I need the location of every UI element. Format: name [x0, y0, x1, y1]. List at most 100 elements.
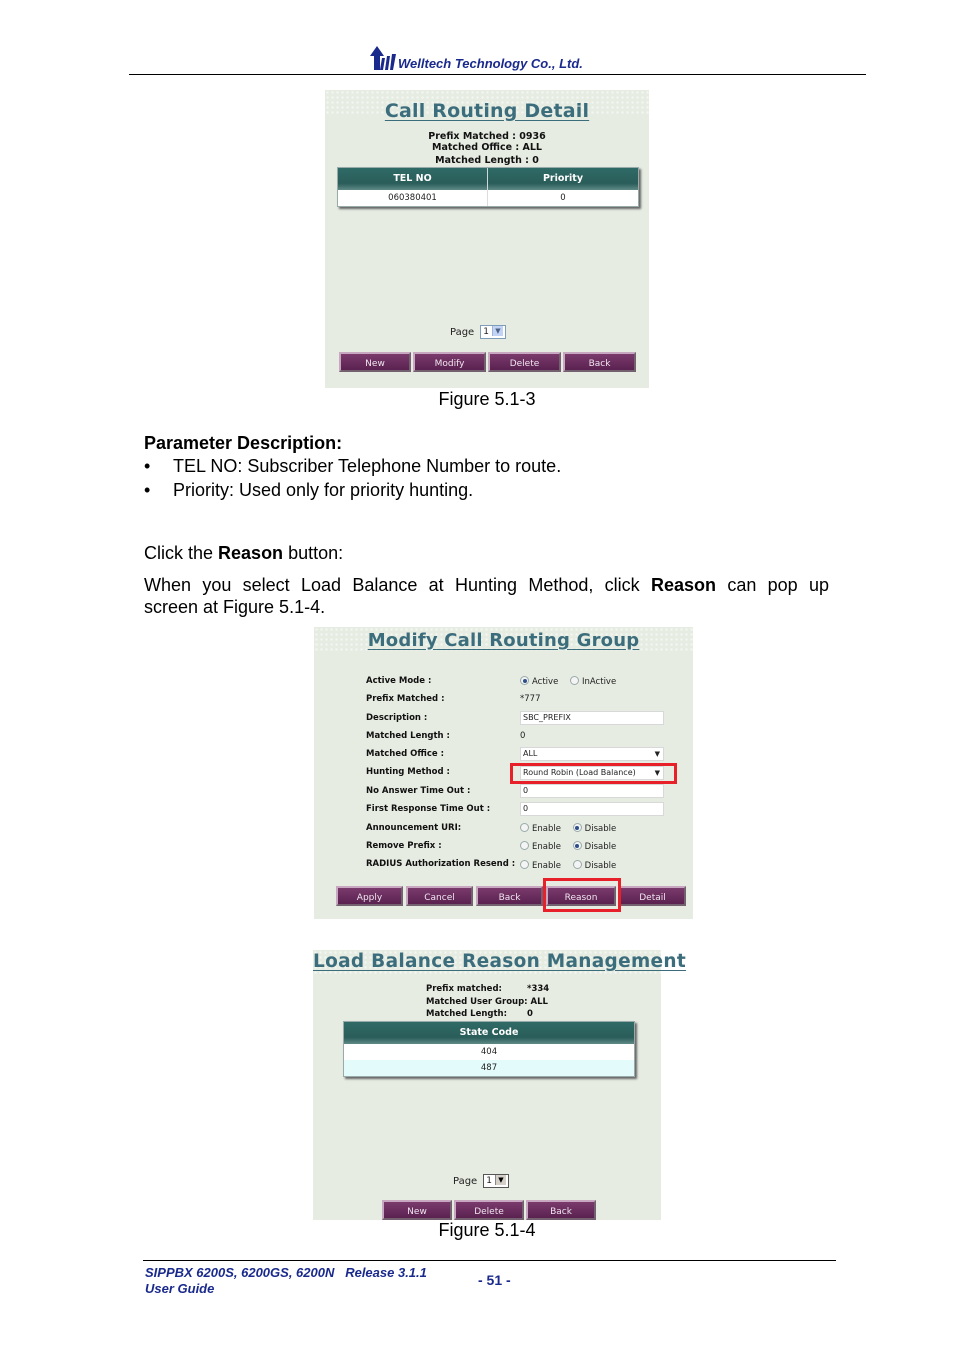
- radio-label: Disable: [584, 842, 617, 852]
- radio-enable[interactable]: Enable: [520, 823, 561, 834]
- back-button[interactable]: Back: [476, 886, 543, 906]
- delete-button[interactable]: Delete: [488, 352, 561, 372]
- hunting-method-label: Hunting Method :: [366, 767, 450, 777]
- footer-divider: [143, 1260, 836, 1261]
- page-dropdown[interactable]: 1 ▼: [483, 1174, 509, 1188]
- when-select-text-line2: screen at Figure 5.1-4.: [144, 597, 326, 617]
- footer-guide: User Guide: [145, 1281, 215, 1296]
- bullet-icon: •: [144, 456, 151, 476]
- delete-button[interactable]: Delete: [454, 1200, 524, 1220]
- radio-selected-icon: [520, 676, 529, 685]
- info-label: Matched Length:: [426, 1009, 507, 1019]
- radius-auth-resend-label: RADIUS Authorization Resend :: [366, 859, 516, 869]
- apply-button[interactable]: Apply: [336, 886, 403, 906]
- matched-length-value: 0: [520, 731, 526, 741]
- when-select-text: When you select Load Balance at Hunting …: [144, 574, 829, 596]
- matched-office-select[interactable]: ALL ▼: [520, 747, 664, 761]
- text-fragment: can pop up: [716, 575, 830, 595]
- modify-call-routing-group-panel: Modify Call Routing Group Active Mode : …: [314, 627, 693, 919]
- page-dropdown[interactable]: 1 ▼: [480, 325, 506, 339]
- load-balance-reason-panel: Load Balance Reason Management Prefix ma…: [313, 950, 686, 1220]
- modify-button[interactable]: Modify: [413, 352, 486, 372]
- radio-label: InActive: [582, 677, 617, 687]
- info-value: *334: [527, 984, 550, 994]
- reason-bold: Reason: [650, 575, 717, 595]
- info-value: 0: [527, 1009, 533, 1019]
- welltech-logo-icon: [369, 44, 397, 71]
- radio-disable[interactable]: Disable: [572, 823, 617, 834]
- radio-label: Disable: [584, 861, 617, 871]
- radio-enable[interactable]: Enable: [520, 841, 561, 852]
- description-input[interactable]: SBC_PREFIX: [520, 711, 664, 725]
- chevron-down-icon: ▼: [491, 326, 503, 336]
- matched-length-label: Matched Length :: [366, 731, 450, 741]
- bullet-icon: •: [144, 480, 151, 500]
- product-name: SIPPBX 6200S, 6200GS, 6200N: [145, 1265, 335, 1280]
- column-header-state-code: State Code: [344, 1022, 634, 1044]
- matched-office-label: Matched Office :: [366, 749, 445, 759]
- radio-unselected-icon: [520, 841, 529, 850]
- description-label: Description :: [366, 713, 428, 723]
- tel-no-cell: 060380401: [338, 190, 488, 206]
- remove-prefix-radios: Enable Disable: [520, 841, 625, 852]
- reason-bold: Reason: [218, 543, 284, 563]
- announcement-uri-radios: Enable Disable: [520, 823, 625, 834]
- info-row: Matched User Group: ALL: [426, 996, 549, 1009]
- radio-enable[interactable]: Enable: [520, 860, 561, 871]
- cancel-button[interactable]: Cancel: [406, 886, 473, 906]
- new-button[interactable]: New: [339, 352, 411, 372]
- radio-unselected-icon: [572, 860, 582, 869]
- radio-label: Disable: [584, 824, 617, 834]
- radio-active[interactable]: Active: [520, 676, 558, 687]
- table-row[interactable]: 060380401 0: [338, 190, 638, 206]
- radio-label: Enable: [532, 824, 561, 834]
- panel-title: Modify Call Routing Group: [367, 630, 640, 651]
- back-button[interactable]: Back: [563, 352, 636, 372]
- text-fragment: button:: [283, 543, 344, 563]
- panel-title: Load Balance Reason Management: [313, 951, 686, 972]
- routing-info: Prefix Matched : 0936 Matched Office : A…: [325, 131, 649, 167]
- table-row[interactable]: 404: [344, 1044, 634, 1060]
- matched-office: Matched Office : ALL: [432, 142, 542, 153]
- radio-label: Enable: [532, 861, 561, 871]
- radio-inactive[interactable]: InActive: [570, 676, 617, 687]
- radio-selected-icon: [572, 841, 582, 850]
- info-label: Matched User Group:: [426, 996, 528, 1007]
- radio-unselected-icon: [520, 860, 529, 869]
- announcement-uri-label: Announcement URI:: [366, 823, 462, 833]
- text-fragment: Click the: [144, 543, 219, 563]
- page-number: - 51 -: [478, 1272, 511, 1288]
- info-value: ALL: [530, 996, 548, 1007]
- text-fragment: When you select Load Balance at Hunting …: [144, 575, 651, 595]
- param-heading: Parameter Description:: [144, 433, 343, 453]
- page-value: 1: [483, 327, 489, 337]
- bullet-text: TEL NO: Subscriber Telephone Number to r…: [173, 456, 562, 476]
- active-mode-radios: Active InActive: [520, 676, 625, 687]
- back-button[interactable]: Back: [526, 1200, 596, 1220]
- radio-disable[interactable]: Disable: [572, 841, 617, 852]
- figure-caption-2: Figure 5.1-4: [438, 1220, 536, 1240]
- first-response-timeout-input[interactable]: 0: [520, 802, 664, 816]
- radio-selected-icon: [572, 823, 582, 832]
- page-selector: Page 1 ▼: [450, 325, 506, 339]
- page-label: Page: [453, 1176, 478, 1187]
- param-bullet: • TEL NO: Subscriber Telephone Number to …: [144, 455, 561, 477]
- footer-product: SIPPBX 6200S, 6200GS, 6200N Release 3.1.…: [145, 1265, 427, 1281]
- panel-title: Call Routing Detail: [384, 100, 590, 122]
- new-button[interactable]: New: [382, 1200, 452, 1220]
- active-mode-label: Active Mode :: [366, 676, 432, 686]
- table-row[interactable]: 487: [344, 1060, 634, 1076]
- info-row: Prefix matched: *334: [426, 983, 549, 996]
- routing-table: TEL NO Priority 060380401 0: [337, 167, 639, 207]
- header-divider: [129, 74, 866, 75]
- detail-button[interactable]: Detail: [619, 886, 686, 906]
- no-answer-timeout-input[interactable]: 0: [520, 784, 664, 798]
- column-header-tel-no: TEL NO: [338, 168, 488, 190]
- reason-info: Prefix matched: *334 Matched User Group: …: [426, 983, 549, 1021]
- radio-disable[interactable]: Disable: [572, 860, 617, 871]
- matched-length: Matched Length : 0: [435, 155, 539, 166]
- page-selector: Page 1 ▼: [453, 1174, 509, 1188]
- no-answer-timeout-label: No Answer Time Out :: [366, 786, 471, 796]
- first-response-timeout-label: First Response Time Out :: [366, 804, 491, 814]
- caret-down-icon: ▼: [654, 750, 660, 758]
